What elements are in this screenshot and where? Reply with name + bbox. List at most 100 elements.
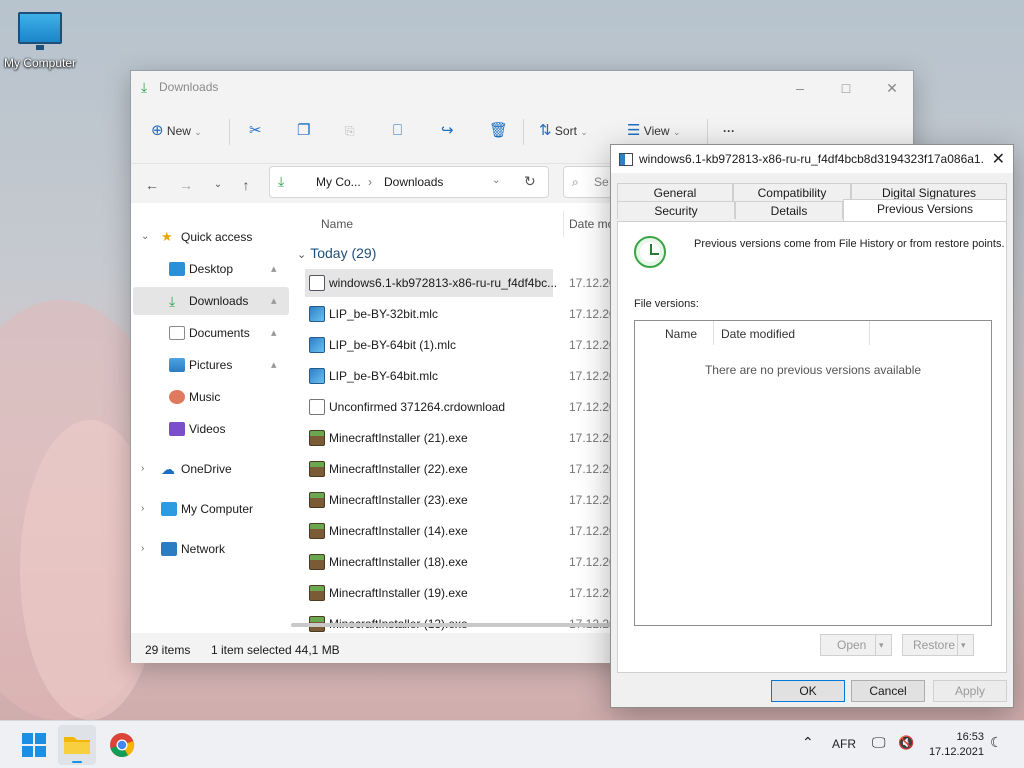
tab-general[interactable]: General [617,183,733,201]
address-bar[interactable]: ⤓ My Co... › Downloads ⌄ ↻ [269,166,549,198]
column-divider[interactable] [563,211,564,237]
chevron-up-icon[interactable]: ⌃ [802,734,814,751]
horizontal-scrollbar[interactable] [291,623,621,627]
minimize-button[interactable]: – [777,75,823,101]
windows-start-icon[interactable] [18,729,50,761]
ok-button[interactable]: OK [771,680,845,702]
breadcrumb-my-computer[interactable]: My Co... [316,175,361,189]
file-name: MinecraftInstaller (18).exe [329,555,468,569]
taskbar: ⌃ AFR 🖵 🔇 16:53 17.12.2021 ☾ [0,720,1024,768]
restore-split-button[interactable]: Restore ▾ [902,634,974,656]
paste-icon: ⎘ [345,124,355,138]
sidebar-item-desktop[interactable]: Desktop ▴ [133,255,289,283]
search-icon: ⌕ [572,175,579,189]
view-button[interactable]: ☰ View ⌄ [627,117,680,145]
minecraft-icon [309,461,325,477]
tab-details[interactable]: Details [735,201,843,219]
breadcrumb-downloads[interactable]: Downloads [384,175,443,189]
notification-icon[interactable]: ☾ [990,734,1003,751]
maximize-button[interactable]: □ [823,75,869,101]
sort-button[interactable]: ⇅ Sort ⌄ [539,117,588,145]
plus-circle-icon: ⊕ [151,122,164,139]
tab-compatibility[interactable]: Compatibility [733,183,851,201]
more-options-button[interactable]: ··· [723,117,735,145]
share-button[interactable]: ↪ [441,117,454,145]
group-label: Today (29) [310,245,377,261]
chevron-down-icon[interactable]: ▾ [961,635,966,655]
copy-button[interactable]: ❐ [297,117,310,145]
split-divider [875,635,876,655]
file-name: Unconfirmed 371264.crdownload [329,400,506,414]
column-header-name[interactable]: Name [321,217,353,231]
pin-icon: ▴ [271,327,277,339]
delete-button[interactable]: 🗑 [489,117,508,145]
chevron-right-icon: › [141,503,145,514]
system-clock[interactable]: 16:53 17.12.2021 [928,730,984,760]
cut-button[interactable]: ✂ [249,117,262,145]
column-divider[interactable] [869,321,870,345]
speaker-muted-icon[interactable]: 🔇 [898,735,914,751]
file-name: LIP_be-BY-32bit.mlc [329,307,438,321]
close-icon[interactable]: ✕ [992,149,1005,169]
recent-locations-chevron-icon[interactable]: ⌄ [207,174,229,196]
previous-versions-panel: Previous versions come from File History… [617,221,1007,673]
chrome-icon[interactable] [106,729,138,761]
desktop-icon-my-computer[interactable]: My Computer [2,10,78,70]
star-icon: ★ [161,229,173,244]
file-explorer-taskbar-button[interactable] [58,725,96,765]
minecraft-icon [309,554,325,570]
sidebar-item-quick-access[interactable]: ⌄ ★ Quick access [133,223,289,251]
sidebar-item-pictures[interactable]: Pictures ▴ [133,351,289,379]
pin-icon: ▴ [271,263,277,275]
open-split-button[interactable]: Open ▾ [820,634,892,656]
forward-arrow-icon[interactable]: → [175,174,197,196]
desktop-icon [169,262,185,276]
column-header-name[interactable]: Name [665,327,697,341]
sidebar-item-onedrive[interactable]: › ☁ OneDrive [133,455,289,483]
apply-button[interactable]: Apply [933,680,1007,702]
search-input[interactable]: Se [594,175,609,189]
new-label: New [166,124,191,138]
column-header-date[interactable]: Date mo [569,217,614,231]
up-arrow-icon[interactable]: ↑ [235,174,257,196]
sidebar-item-downloads[interactable]: ⤓ Downloads ▴ [133,287,289,315]
separator [707,119,708,145]
separator [523,119,524,145]
group-header-today[interactable]: ⌄ Today (29) [297,245,376,261]
tab-security[interactable]: Security [617,201,735,219]
sidebar-item-label: Pictures [189,358,233,372]
search-box[interactable]: ⌕ Se [563,166,613,198]
sidebar-item-my-computer[interactable]: › My Computer [133,495,289,523]
chevron-down-icon: ⌄ [194,127,202,137]
sidebar-item-videos[interactable]: Videos [133,415,289,443]
file-date: 17.12.20 [569,555,616,569]
refresh-icon[interactable]: ↻ [524,173,536,190]
language-indicator[interactable]: AFR [832,737,856,751]
copy-icon: ❐ [297,122,311,139]
sidebar-item-documents[interactable]: Documents ▴ [133,319,289,347]
chevron-down-icon[interactable]: ▾ [879,635,884,655]
download-arrow-icon: ⤓ [278,173,285,189]
dialog-titlebar[interactable]: windows6.1-kb972813-x86-ru-ru_f4df4bcb8d… [611,145,1013,173]
sidebar-item-label: My Computer [181,502,254,516]
network-icon[interactable]: 🖵 [872,734,886,751]
blank-file-icon [309,399,325,415]
explorer-titlebar[interactable]: ⤓ Downloads – □ ✕ [131,71,913,103]
sidebar-item-music[interactable]: Music [133,383,289,411]
paste-button[interactable]: ⎘ [345,117,355,145]
new-button[interactable]: ⊕ New ⌄ [151,117,202,145]
sidebar-item-network[interactable]: › Network [133,535,289,563]
chevron-down-icon[interactable]: ⌄ [492,175,500,186]
file-name: MinecraftInstaller (13).exe [329,610,468,633]
column-divider[interactable] [713,321,714,345]
back-arrow-icon[interactable]: ← [141,174,163,196]
rename-button[interactable]: ⎕ [393,117,402,145]
tab-previous-versions[interactable]: Previous Versions [843,199,1007,221]
column-header-date-modified[interactable]: Date modified [721,327,795,341]
versions-list[interactable]: Name Date modified There are no previous… [634,320,992,626]
installer-file-icon [619,153,633,166]
cancel-button[interactable]: Cancel [851,680,925,702]
close-button[interactable]: ✕ [869,75,915,101]
sidebar-item-label: Music [189,390,221,404]
folder-icon [64,737,90,763]
